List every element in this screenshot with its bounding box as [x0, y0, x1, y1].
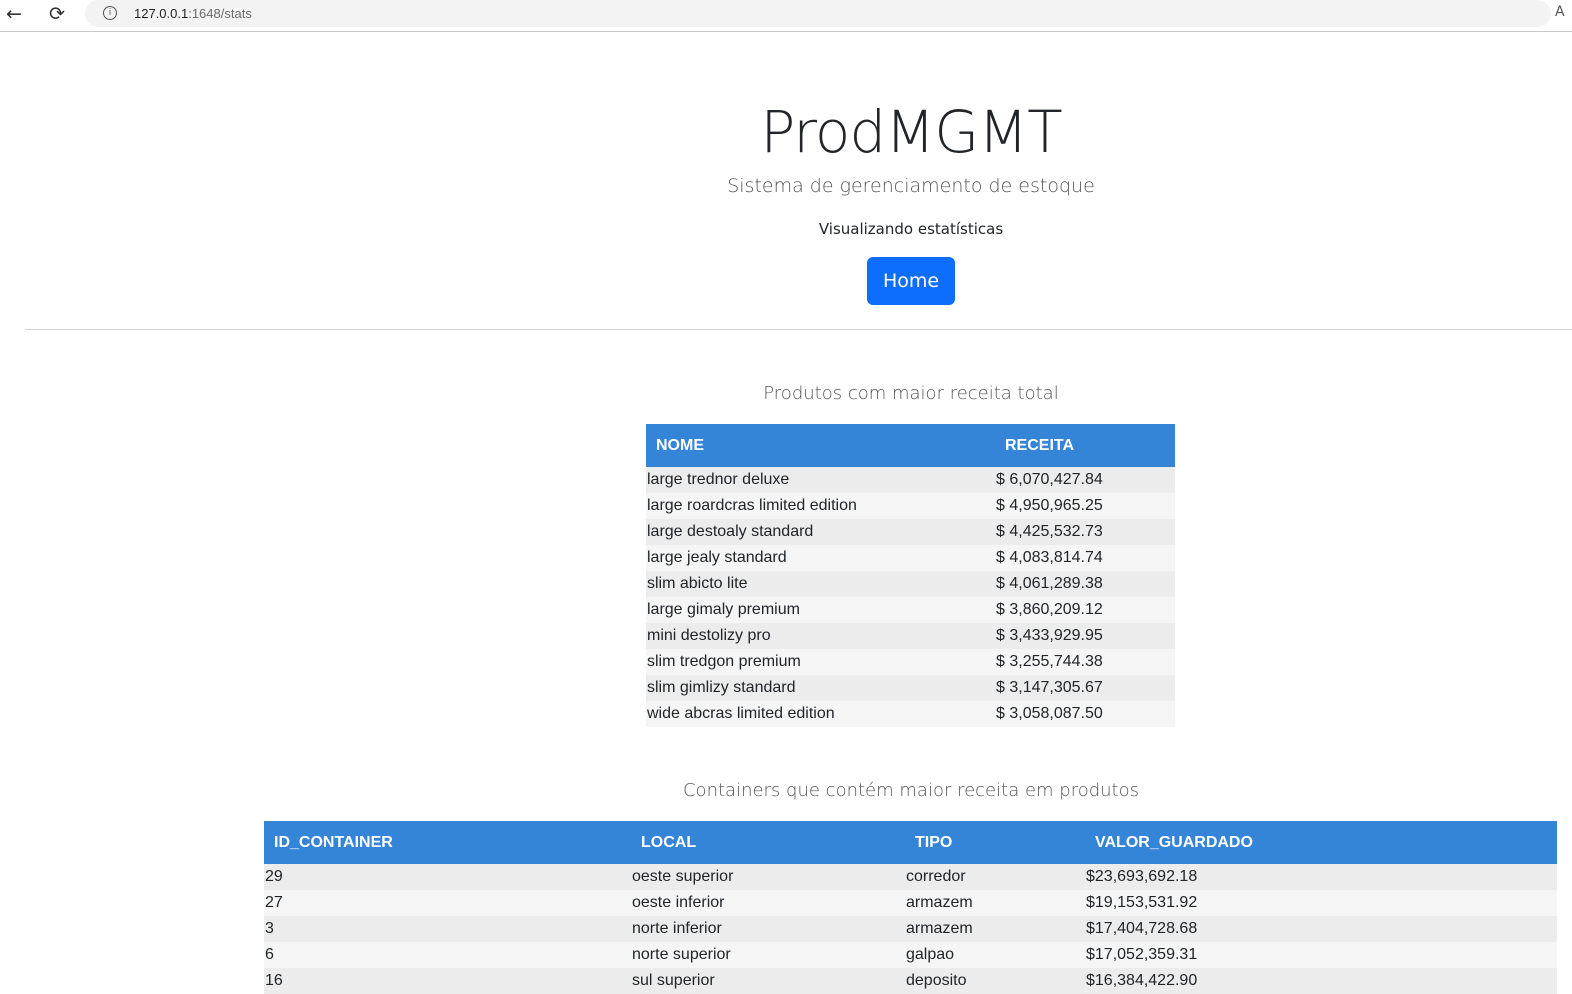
- column-header: ID_CONTAINER: [264, 821, 631, 864]
- products-section-title: Produtos com maior receita total: [763, 383, 1059, 404]
- table-row: mini destolizy pro $ 3,433,929.95: [646, 623, 1175, 649]
- url-path: :1648/stats: [188, 6, 252, 21]
- column-header: NOME: [646, 424, 995, 467]
- table-cell: $ 3,147,305.67: [995, 675, 1175, 701]
- table-cell: 27: [264, 890, 631, 916]
- back-arrow-icon[interactable]: ←: [0, 2, 28, 26]
- table-cell: oeste inferior: [631, 890, 905, 916]
- table-cell: armazem: [905, 916, 1085, 942]
- table-cell: slim gimlizy standard: [646, 675, 995, 701]
- table-cell: mini destolizy pro: [646, 623, 995, 649]
- site-info-icon[interactable]: i: [103, 6, 117, 20]
- page-subtitle: Sistema de gerenciamento de estoque: [727, 175, 1095, 197]
- table-cell: $ 4,061,289.38: [995, 571, 1175, 597]
- table-cell: norte superior: [631, 942, 905, 968]
- table-cell: $ 4,425,532.73: [995, 519, 1175, 545]
- table-cell: galpao: [905, 942, 1085, 968]
- table-cell: $ 4,083,814.74: [995, 545, 1175, 571]
- read-aloud-icon[interactable]: A: [1555, 4, 1565, 20]
- table-row: wide abcras limited edition $ 3,058,087.5…: [646, 701, 1175, 727]
- table-cell: $ 3,433,929.95: [995, 623, 1175, 649]
- containers-table: ID_CONTAINER LOCAL TIPO VALOR_GUARDADO 29 oe…: [264, 821, 1557, 994]
- table-cell: $ 3,860,209.12: [995, 597, 1175, 623]
- address-bar[interactable]: i 127.0.0.1:1648/stats: [85, 0, 1551, 27]
- column-header: RECEITA: [995, 424, 1175, 467]
- home-button[interactable]: Home: [867, 257, 955, 305]
- browser-toolbar: ← ⟳ i 127.0.0.1:1648/stats A: [0, 0, 1572, 32]
- table-row: large jealy standard $ 4,083,814.74: [646, 545, 1175, 571]
- column-header: LOCAL: [631, 821, 905, 864]
- table-cell: large roardcras limited edition: [646, 493, 995, 519]
- view-label: Visualizando estatísticas: [818, 220, 1004, 238]
- table-cell: wide abcras limited edition: [646, 701, 995, 727]
- column-header: VALOR_GUARDADO: [1085, 821, 1557, 864]
- containers-table-header: ID_CONTAINER LOCAL TIPO VALOR_GUARDADO: [264, 821, 1557, 864]
- reload-icon[interactable]: ⟳: [43, 2, 71, 26]
- table-cell: sul superior: [631, 968, 905, 994]
- table-cell: $ 4,950,965.25: [995, 493, 1175, 519]
- table-row: 16 sul superior deposito $16,384,422.90: [264, 968, 1557, 994]
- page-title: ProdMGMT: [760, 98, 1062, 166]
- url-host: 127.0.0.1: [134, 6, 189, 21]
- table-cell: oeste superior: [631, 864, 905, 890]
- table-cell: large gimaly premium: [646, 597, 995, 623]
- products-table-header: NOME RECEITA: [646, 424, 1175, 467]
- table-cell: large jealy standard: [646, 545, 995, 571]
- table-cell: $16,384,422.90: [1085, 968, 1557, 994]
- table-cell: $17,052,359.31: [1085, 942, 1557, 968]
- table-row: large gimaly premium $ 3,860,209.12: [646, 597, 1175, 623]
- table-cell: large destoaly standard: [646, 519, 995, 545]
- table-cell: $23,693,692.18: [1085, 864, 1557, 890]
- table-row: 3 norte inferior armazem $17,404,728.68: [264, 916, 1557, 942]
- table-row: 27 oeste inferior armazem $19,153,531.92: [264, 890, 1557, 916]
- table-cell: deposito: [905, 968, 1085, 994]
- table-cell: $ 3,255,744.38: [995, 649, 1175, 675]
- table-cell: 16: [264, 968, 631, 994]
- table-cell: $ 6,070,427.84: [995, 467, 1175, 493]
- containers-section-title: Containers que contém maior receita em p…: [682, 780, 1139, 801]
- table-row: large trednor deluxe $ 6,070,427.84: [646, 467, 1175, 493]
- table-cell: $19,153,531.92: [1085, 890, 1557, 916]
- table-row: 6 norte superior galpao $17,052,359.31: [264, 942, 1557, 968]
- table-cell: norte inferior: [631, 916, 905, 942]
- table-cell: 6: [264, 942, 631, 968]
- table-row: large roardcras limited edition $ 4,950,9…: [646, 493, 1175, 519]
- table-cell: corredor: [905, 864, 1085, 890]
- table-cell: 3: [264, 916, 631, 942]
- column-header: TIPO: [905, 821, 1085, 864]
- table-cell: slim tredgon premium: [646, 649, 995, 675]
- table-cell: slim abicto lite: [646, 571, 995, 597]
- table-cell: 29: [264, 864, 631, 890]
- table-row: 29 oeste superior corredor $23,693,692.18: [264, 864, 1557, 890]
- table-row: slim abicto lite $ 4,061,289.38: [646, 571, 1175, 597]
- table-cell: $17,404,728.68: [1085, 916, 1557, 942]
- table-row: large destoaly standard $ 4,425,532.73: [646, 519, 1175, 545]
- url-text[interactable]: 127.0.0.1:1648/stats: [134, 6, 252, 21]
- table-row: slim tredgon premium $ 3,255,744.38: [646, 649, 1175, 675]
- table-cell: $ 3,058,087.50: [995, 701, 1175, 727]
- table-cell: armazem: [905, 890, 1085, 916]
- header-divider: [25, 329, 1572, 330]
- table-row: slim gimlizy standard $ 3,147,305.67: [646, 675, 1175, 701]
- table-cell: large trednor deluxe: [646, 467, 995, 493]
- products-table: NOME RECEITA large trednor deluxe $ 6,070,…: [646, 424, 1175, 727]
